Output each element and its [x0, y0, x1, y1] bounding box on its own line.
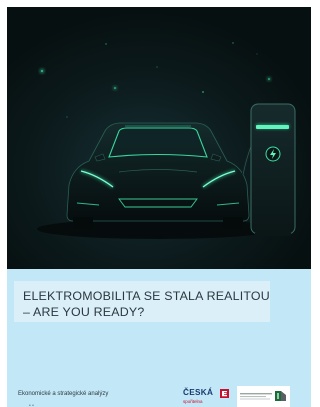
report-subtitle: – ARE YOU READY?: [23, 305, 145, 319]
report-title: ELEKTROMOBILITA SE STALA REALITOU: [23, 289, 270, 303]
partner-logo-icon: [240, 391, 286, 401]
cover-info-band: ELEKTROMOBILITA SE STALA REALITOU – ARE …: [7, 269, 311, 407]
series-caption: Ekonomické a strategické analýzy: [18, 391, 109, 397]
csas-subline: spořitelna: [183, 399, 203, 404]
csas-wordmark: ČESKÁ: [183, 388, 214, 397]
csas-emblem-icon: [220, 389, 229, 398]
partner-logo: [237, 386, 290, 407]
report-title-box: ELEKTROMOBILITA SE STALA REALITOU – ARE …: [14, 281, 270, 322]
ev-charging-illustration: [7, 7, 311, 269]
ceska-sporitelna-logo: ČESKÁ spořitelna: [183, 388, 233, 407]
charging-station: [250, 103, 296, 236]
report-cover: ELEKTROMOBILITA SE STALA REALITOU – ARE …: [0, 0, 311, 407]
footer-marker: • •: [29, 403, 34, 407]
hero-illustration: [7, 7, 311, 269]
